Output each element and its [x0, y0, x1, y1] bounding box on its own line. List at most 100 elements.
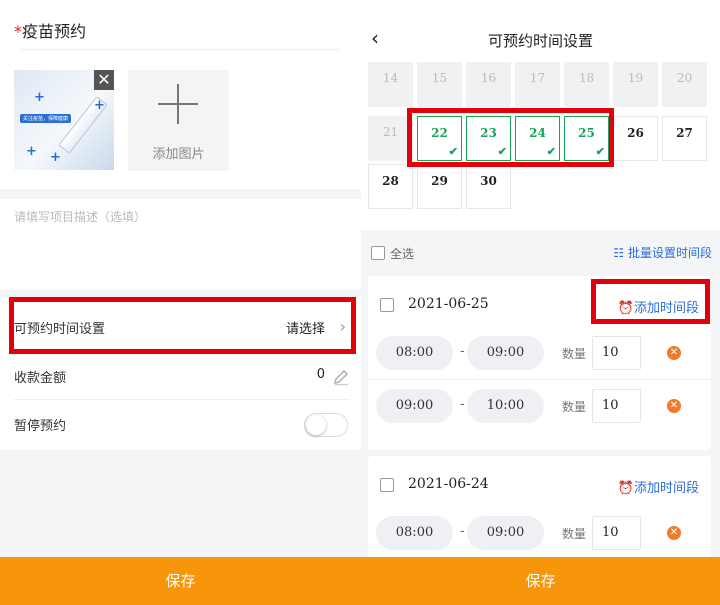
amount-value: 0 [316, 367, 325, 382]
calendar-day-26[interactable]: 26 [613, 116, 658, 161]
time-slot-row: 09:00-10:00 数量 10 ✕ [376, 389, 706, 423]
day-date: 2021-06-24 [408, 476, 489, 492]
vaccine-booking-form: *疫苗预约 关注疫苗，保障健康 + + + + ✕ 添加图片 请填写项目描述（选… [0, 0, 361, 605]
day-number: 19 [627, 71, 644, 85]
calendar-day-18: 18 [564, 62, 609, 107]
calendar-day-28[interactable]: 28 [368, 164, 413, 209]
pencil-edit-icon[interactable] [332, 368, 350, 386]
select-all-checkbox[interactable] [371, 246, 385, 260]
booking-time-setting-row[interactable]: 可预约时间设置 请选择 › [14, 303, 350, 351]
delete-slot-icon[interactable]: ✕ [667, 526, 681, 540]
calendar-day-21: 21 [368, 116, 413, 161]
calendar-day-29[interactable]: 29 [417, 164, 462, 209]
day-number: 14 [382, 71, 399, 85]
add-time-period-button[interactable]: ⏰添加时间段 [618, 477, 699, 496]
time-setting-screen: ‹ 可预约时间设置 14 15 16 17 18 19 20 21 22 ✔ 23 ✔ 24 ✔ 25 ✔ 26… [361, 0, 720, 605]
check-icon: ✔ [595, 145, 605, 158]
cross-decoration: + [50, 150, 61, 165]
day-checkbox[interactable] [380, 478, 394, 492]
batch-set-time-link[interactable]: ☷ 批量设置时间段 [613, 244, 712, 261]
end-time-picker[interactable]: 09:00 [467, 336, 544, 370]
calendar-day-27[interactable]: 27 [662, 116, 707, 161]
day-number: 30 [480, 174, 497, 188]
day-number: 17 [529, 71, 546, 85]
calendar-day-19: 19 [613, 62, 658, 107]
day-number: 15 [431, 71, 448, 85]
section-gap [0, 189, 361, 199]
calendar-day-23[interactable]: 23 ✔ [466, 116, 511, 161]
day-card: 2021-06-25 ⏰添加时间段 08:00-09:00 数量 10 ✕ 09:00-10… [368, 276, 711, 450]
day-number: 20 [676, 71, 693, 85]
toggle-knob [306, 415, 326, 435]
check-icon: ✔ [497, 145, 507, 158]
title-text: 疫苗预约 [22, 22, 87, 41]
row-label: 收款金额 [14, 371, 67, 386]
day-number: 26 [627, 126, 644, 140]
required-mark: * [14, 22, 22, 41]
pause-booking-row: 暂停预约 [14, 400, 350, 448]
check-icon: ✔ [448, 145, 458, 158]
delete-slot-icon[interactable]: ✕ [667, 346, 681, 360]
calendar-day-17: 17 [515, 62, 560, 107]
time-separator: - [460, 524, 465, 539]
time-separator: - [460, 397, 465, 412]
delete-slot-icon[interactable]: ✕ [667, 399, 681, 413]
cross-decoration: + [94, 98, 105, 113]
day-number: 25 [578, 126, 595, 140]
quantity-input[interactable]: 10 [592, 516, 641, 550]
payment-amount-row[interactable]: 收款金额 0 [14, 352, 350, 400]
day-number: 29 [431, 174, 448, 188]
day-number: 24 [529, 126, 546, 140]
remove-image-close-icon[interactable]: ✕ [94, 70, 114, 90]
end-time-picker[interactable]: 09:00 [467, 516, 544, 550]
page-title: 可预约时间设置 [487, 32, 593, 50]
start-time-picker[interactable]: 08:00 [376, 516, 453, 550]
calendar-day-22[interactable]: 22 ✔ [417, 116, 462, 161]
select-all-label: 全选 [390, 247, 415, 261]
day-checkbox[interactable] [380, 298, 394, 312]
calendar-day-24[interactable]: 24 ✔ [515, 116, 560, 161]
end-time-picker[interactable]: 10:00 [467, 389, 544, 423]
start-time-picker[interactable]: 09:00 [376, 389, 453, 423]
save-button[interactable]: 保存 [0, 557, 361, 605]
divider [20, 49, 340, 50]
divider [368, 379, 711, 380]
day-number: 18 [578, 71, 595, 85]
calendar-day-16: 16 [466, 62, 511, 107]
section-gap [0, 290, 361, 298]
day-number: 23 [480, 126, 497, 140]
start-time-picker[interactable]: 08:00 [376, 336, 453, 370]
quantity-label: 数量 [562, 527, 587, 541]
description-textarea[interactable]: 请填写项目描述（选填） [14, 208, 146, 225]
plus-icon [158, 84, 198, 124]
row-value: 请选择 [285, 322, 325, 337]
quantity-input[interactable]: 10 [592, 336, 641, 370]
row-label: 暂停预约 [14, 419, 67, 434]
quantity-label: 数量 [562, 347, 587, 361]
time-separator: - [460, 344, 465, 359]
quantity-input[interactable]: 10 [592, 389, 641, 423]
calendar-day-20: 20 [662, 62, 707, 107]
uploaded-image-thumbnail[interactable]: 关注疫苗，保障健康 + + + + ✕ [14, 70, 114, 170]
day-date: 2021-06-25 [408, 296, 489, 312]
add-time-period-button[interactable]: ⏰添加时间段 [618, 297, 699, 316]
calendar-day-30[interactable]: 30 [466, 164, 511, 209]
calendar-day-15: 15 [417, 62, 462, 107]
add-image-label: 添加图片 [152, 147, 205, 162]
day-number: 21 [382, 125, 399, 139]
day-number: 27 [676, 126, 693, 140]
pause-booking-toggle[interactable] [304, 413, 348, 437]
calendar-day-25[interactable]: 25 ✔ [564, 116, 609, 161]
thumb-banner-text: 关注疫苗，保障健康 [20, 114, 72, 123]
section-gap [0, 450, 361, 557]
calendar-day-14: 14 [368, 62, 413, 107]
section-gap [361, 230, 720, 238]
time-slot-row: 08:00-09:00 数量 10 ✕ [376, 336, 706, 370]
page-title: *疫苗预约 [14, 18, 86, 42]
add-image-button[interactable]: 添加图片 [128, 70, 229, 171]
save-button[interactable]: 保存 [361, 557, 720, 605]
time-slot-row: 08:00-09:00 数量 10 ✕ [376, 516, 706, 550]
day-number: 16 [480, 71, 497, 85]
chevron-right-icon: › [339, 317, 346, 336]
cross-decoration: + [34, 90, 45, 105]
